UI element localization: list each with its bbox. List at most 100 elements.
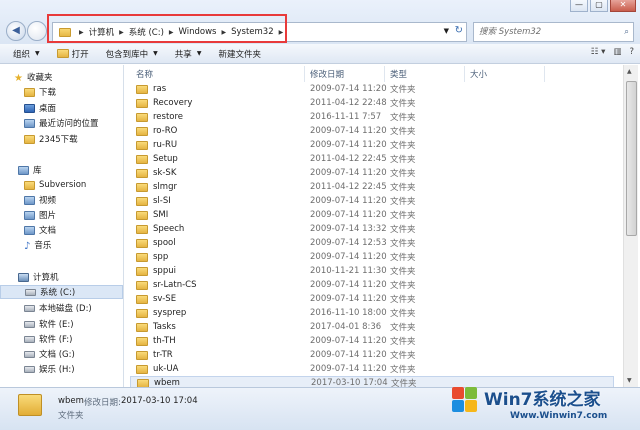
file-name: Setup [153, 154, 178, 164]
file-name: slmgr [153, 182, 177, 192]
sidebar-item-drive-g[interactable]: 文档 (G:) [24, 347, 123, 361]
file-row[interactable]: tr-TR 2009-07-14 11:20 文件夹 [130, 348, 614, 362]
search-icon[interactable]: ⌕ [624, 23, 629, 41]
file-row[interactable]: SMI 2009-07-14 11:20 文件夹 [130, 208, 614, 222]
file-date: 2009-07-14 11:20 [310, 252, 387, 262]
folder-icon [136, 308, 148, 318]
column-header-type[interactable]: 类型 [390, 68, 407, 80]
file-row[interactable]: Recovery 2011-04-12 22:48 文件夹 [130, 96, 614, 110]
sidebar-item-recent[interactable]: 最近访问的位置 [24, 116, 123, 130]
sidebar-item-drive-d[interactable]: 本地磁盘 (D:) [24, 301, 123, 315]
forward-button[interactable] [27, 21, 47, 41]
file-row[interactable]: sppui 2010-11-21 11:30 文件夹 [130, 264, 614, 278]
column-divider[interactable] [544, 66, 545, 82]
file-row[interactable]: Speech 2009-07-14 13:32 文件夹 [130, 222, 614, 236]
column-divider[interactable] [384, 66, 385, 82]
sidebar-item-favorites[interactable]: ★ 收藏夹 [14, 70, 123, 84]
file-row[interactable]: spp 2009-07-14 11:20 文件夹 [130, 250, 614, 264]
file-row[interactable]: sr-Latn-CS 2009-07-14 11:20 文件夹 [130, 278, 614, 292]
file-row[interactable]: sv-SE 2009-07-14 11:20 文件夹 [130, 292, 614, 306]
sidebar-item-desktop[interactable]: 桌面 [24, 101, 123, 115]
sidebar-item-pictures[interactable]: 图片 [24, 208, 123, 222]
file-row[interactable]: ru-RU 2009-07-14 11:20 文件夹 [130, 138, 614, 152]
folder-icon [136, 238, 148, 248]
file-date: 2009-07-14 11:20 [310, 364, 387, 374]
scrollbar-thumb[interactable] [626, 81, 637, 236]
file-type: 文件夹 [390, 239, 416, 249]
file-row[interactable]: Setup 2011-04-12 22:45 文件夹 [130, 152, 614, 166]
sidebar-item-drive-f[interactable]: 软件 (F:) [24, 332, 123, 346]
new-folder-button[interactable]: 新建文件夹 [218, 48, 261, 60]
scroll-down-icon[interactable]: ▼ [627, 377, 632, 384]
view-controls: ☷ ▾ ▥ ? [591, 47, 634, 57]
sidebar-item-2345[interactable]: 2345下载 [24, 132, 123, 146]
file-row[interactable]: uk-UA 2009-07-14 11:20 文件夹 [130, 362, 614, 376]
folder-icon [136, 294, 148, 304]
maximize-button[interactable]: ▢ [590, 0, 608, 12]
file-row[interactable]: slmgr 2011-04-12 22:45 文件夹 [130, 180, 614, 194]
share-button[interactable]: 共享 ▼ [175, 48, 202, 60]
file-type: 文件夹 [390, 155, 416, 165]
file-row[interactable]: Tasks 2017-04-01 8:36 文件夹 [130, 320, 614, 334]
command-bar: 组织 ▼ 打开 包含到库中 ▼ 共享 ▼ 新建文件夹 ☷ ▾ ▥ ? [0, 44, 640, 64]
file-row[interactable]: ras 2009-07-14 11:20 文件夹 [130, 82, 614, 96]
search-input[interactable]: 搜索 System32 ⌕ [473, 22, 634, 42]
sidebar-item-computer[interactable]: 计算机 [18, 270, 123, 284]
column-header-size[interactable]: 大小 [470, 68, 487, 80]
file-name: sppui [153, 266, 176, 276]
sidebar-item-documents[interactable]: 文档 [24, 223, 123, 237]
sidebar-item-music[interactable]: ♪ 音乐 [24, 238, 123, 252]
open-button[interactable]: 打开 [56, 48, 89, 60]
sidebar-item-downloads[interactable]: 下载 [24, 85, 123, 99]
sidebar-item-libraries[interactable]: 库 [18, 163, 123, 177]
file-type: 文件夹 [390, 85, 416, 95]
chevron-down-icon[interactable]: ▼ [444, 27, 449, 35]
minimize-button[interactable]: — [570, 0, 588, 12]
scroll-up-icon[interactable]: ▲ [627, 68, 632, 75]
file-date: 2011-04-12 22:45 [310, 154, 387, 164]
file-name: spool [153, 238, 176, 248]
file-row[interactable]: restore 2016-11-11 7:57 文件夹 [130, 110, 614, 124]
sidebar-item-drive-c[interactable]: 系统 (C:) [0, 285, 123, 299]
folder-icon [136, 336, 148, 346]
drive-icon [24, 350, 35, 358]
include-in-library-button[interactable]: 包含到库中 ▼ [106, 48, 158, 60]
help-icon[interactable]: ? [629, 47, 634, 57]
organize-button[interactable]: 组织 ▼ [13, 48, 40, 60]
folder-icon [136, 210, 148, 220]
column-divider[interactable] [464, 66, 465, 82]
drive-icon [24, 320, 35, 328]
file-name: sk-SK [153, 168, 177, 178]
folder-icon [136, 252, 148, 262]
file-type: 文件夹 [390, 141, 416, 151]
file-row[interactable]: th-TH 2009-07-14 11:20 文件夹 [130, 334, 614, 348]
vertical-scrollbar[interactable]: ▲ ▼ [623, 65, 638, 387]
preview-pane-icon[interactable]: ▥ [613, 47, 621, 57]
view-options-icon[interactable]: ☷ ▾ [591, 47, 606, 57]
file-name: spp [153, 252, 169, 262]
file-row[interactable]: sl-SI 2009-07-14 11:20 文件夹 [130, 194, 614, 208]
file-date: 2009-07-14 11:20 [310, 294, 387, 304]
selected-item-name: wbem [58, 396, 84, 406]
file-type: 文件夹 [390, 267, 416, 277]
refresh-icon[interactable]: ↻ [455, 25, 463, 36]
file-date: 2009-07-14 11:20 [310, 196, 387, 206]
column-header-modified[interactable]: 修改日期 [310, 68, 344, 80]
sidebar-item-subversion[interactable]: Subversion [24, 178, 123, 192]
details-pane: wbem 修改日期: 2017-03-10 17:04 文件夹 [0, 387, 640, 430]
file-row[interactable]: ro-RO 2009-07-14 11:20 文件夹 [130, 124, 614, 138]
sidebar-item-drive-e[interactable]: 软件 (E:) [24, 317, 123, 331]
close-button[interactable]: ✕ [610, 0, 636, 12]
sidebar-item-videos[interactable]: 视频 [24, 193, 123, 207]
column-divider[interactable] [304, 66, 305, 82]
file-row[interactable]: spool 2009-07-14 12:53 文件夹 [130, 236, 614, 250]
modified-label: 修改日期: [84, 398, 121, 408]
file-name: restore [153, 112, 184, 122]
file-row[interactable]: sysprep 2016-11-10 18:00 文件夹 [130, 306, 614, 320]
star-icon: ★ [14, 72, 23, 84]
sidebar-item-drive-h[interactable]: 娱乐 (H:) [24, 362, 123, 376]
back-button[interactable]: ◀ [6, 21, 26, 41]
file-row[interactable]: sk-SK 2009-07-14 11:20 文件夹 [130, 166, 614, 180]
drive-icon [24, 335, 35, 343]
column-header-name[interactable]: 名称 [136, 68, 153, 80]
